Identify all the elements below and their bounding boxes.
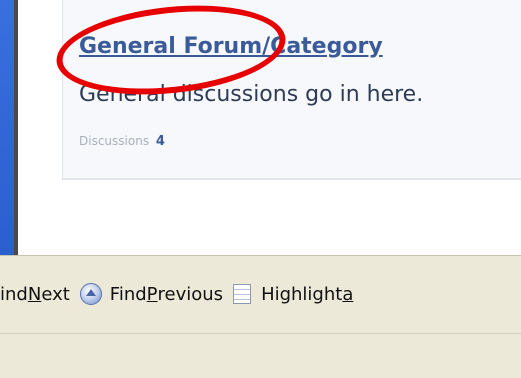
find-next-accel: N — [27, 283, 42, 305]
find-previous-label-start: Find — [109, 283, 147, 305]
find-previous-button[interactable]: Find Previous — [79, 283, 224, 305]
find-next-button[interactable]: ind Next — [0, 284, 70, 305]
find-toolbar: ind Next Find Previous Highlight a — [0, 255, 521, 334]
forum-description: General discussions go in here. — [79, 82, 424, 107]
find-toolbar-row: ind Next Find Previous Highlight a — [0, 274, 521, 314]
discussions-label: Discussions — [79, 134, 150, 148]
find-previous-icon — [79, 283, 102, 305]
page-content: General Forum/Category General discussio… — [18, 0, 521, 255]
find-previous-label-end: revious — [157, 283, 224, 305]
highlight-icon — [233, 284, 252, 304]
highlight-accel: a — [342, 283, 354, 305]
find-next-label-start: ind — [0, 283, 28, 305]
find-next-label-end: ext — [41, 283, 70, 305]
find-previous-accel: P — [146, 283, 158, 305]
forum-category-card: General Forum/Category General discussio… — [62, 0, 521, 180]
status-bar — [0, 333, 521, 378]
highlight-label-start: Highlight — [261, 283, 343, 305]
forum-title-link[interactable]: General Forum/Category — [79, 34, 383, 59]
discussions-count: 4 — [155, 134, 165, 149]
forum-meta: Discussions 4 — [79, 134, 165, 149]
highlight-all-button[interactable]: Highlight a — [233, 284, 353, 305]
